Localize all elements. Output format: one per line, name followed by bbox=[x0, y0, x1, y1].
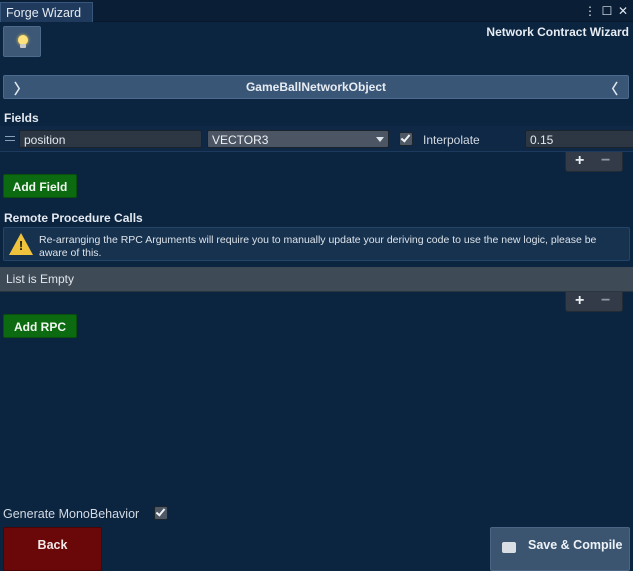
interpolate-label: Interpolate bbox=[423, 133, 480, 147]
rpc-warning-text: Re-arranging the RPC Arguments will requ… bbox=[39, 234, 597, 259]
add-field-plus-icon[interactable]: + bbox=[575, 152, 584, 170]
drag-handle-icon[interactable] bbox=[5, 136, 15, 141]
fields-section-label: Fields bbox=[4, 111, 39, 125]
generate-monobehavior-label: Generate MonoBehavior bbox=[3, 507, 140, 521]
chevron-down-icon bbox=[376, 137, 384, 142]
rpc-warning-box: ! Re-arranging the RPC Arguments will re… bbox=[3, 227, 630, 261]
window-tab-bar: Forge Wizard ⋮ ☐ ✕ bbox=[0, 0, 633, 22]
fields-list-footer: + − bbox=[565, 152, 623, 172]
object-name: GameBallNetworkObject bbox=[245, 80, 387, 94]
rpc-list: List is Empty bbox=[0, 267, 633, 292]
window-tab[interactable]: Forge Wizard bbox=[0, 2, 93, 22]
field-row: position VECTOR3 Interpolate 0.15 bbox=[0, 126, 633, 152]
add-rpc-button[interactable]: Add RPC bbox=[3, 314, 77, 338]
back-button[interactable]: Back bbox=[3, 527, 102, 571]
checkmark-icon bbox=[400, 132, 411, 143]
generate-monobehavior-checkbox[interactable] bbox=[154, 506, 168, 520]
interpolate-checkbox[interactable] bbox=[399, 132, 413, 146]
interpolate-value-input[interactable]: 0.15 bbox=[525, 130, 633, 148]
field-type-value: VECTOR3 bbox=[212, 133, 269, 147]
hint-button[interactable] bbox=[3, 26, 41, 57]
field-name-input[interactable]: position bbox=[19, 130, 202, 148]
rpc-empty-text: List is Empty bbox=[6, 272, 75, 286]
checkmark-icon bbox=[155, 506, 166, 517]
maximize-icon[interactable]: ☐ bbox=[600, 3, 614, 19]
add-field-button[interactable]: Add Field bbox=[3, 174, 77, 198]
rpc-section-label: Remote Procedure Calls bbox=[4, 211, 143, 225]
remove-rpc-minus-icon[interactable]: − bbox=[601, 292, 610, 310]
window-tab-title: Forge Wizard bbox=[6, 6, 82, 20]
save-icon bbox=[502, 542, 516, 553]
close-icon[interactable]: ✕ bbox=[616, 3, 630, 19]
rpc-list-footer: + − bbox=[565, 292, 623, 312]
field-type-dropdown[interactable]: VECTOR3 bbox=[207, 130, 389, 148]
next-arrow-icon[interactable]: 〈 bbox=[604, 79, 618, 99]
page-title: Network Contract Wizard bbox=[486, 25, 629, 39]
save-compile-label: Save & Compile bbox=[528, 538, 623, 552]
save-compile-button[interactable]: Save & Compile bbox=[490, 527, 630, 571]
object-selector-bar: 〉 GameBallNetworkObject 〈 bbox=[3, 75, 629, 99]
remove-field-minus-icon[interactable]: − bbox=[601, 152, 610, 170]
add-rpc-plus-icon[interactable]: + bbox=[575, 292, 584, 310]
more-options-icon[interactable]: ⋮ bbox=[583, 3, 597, 19]
